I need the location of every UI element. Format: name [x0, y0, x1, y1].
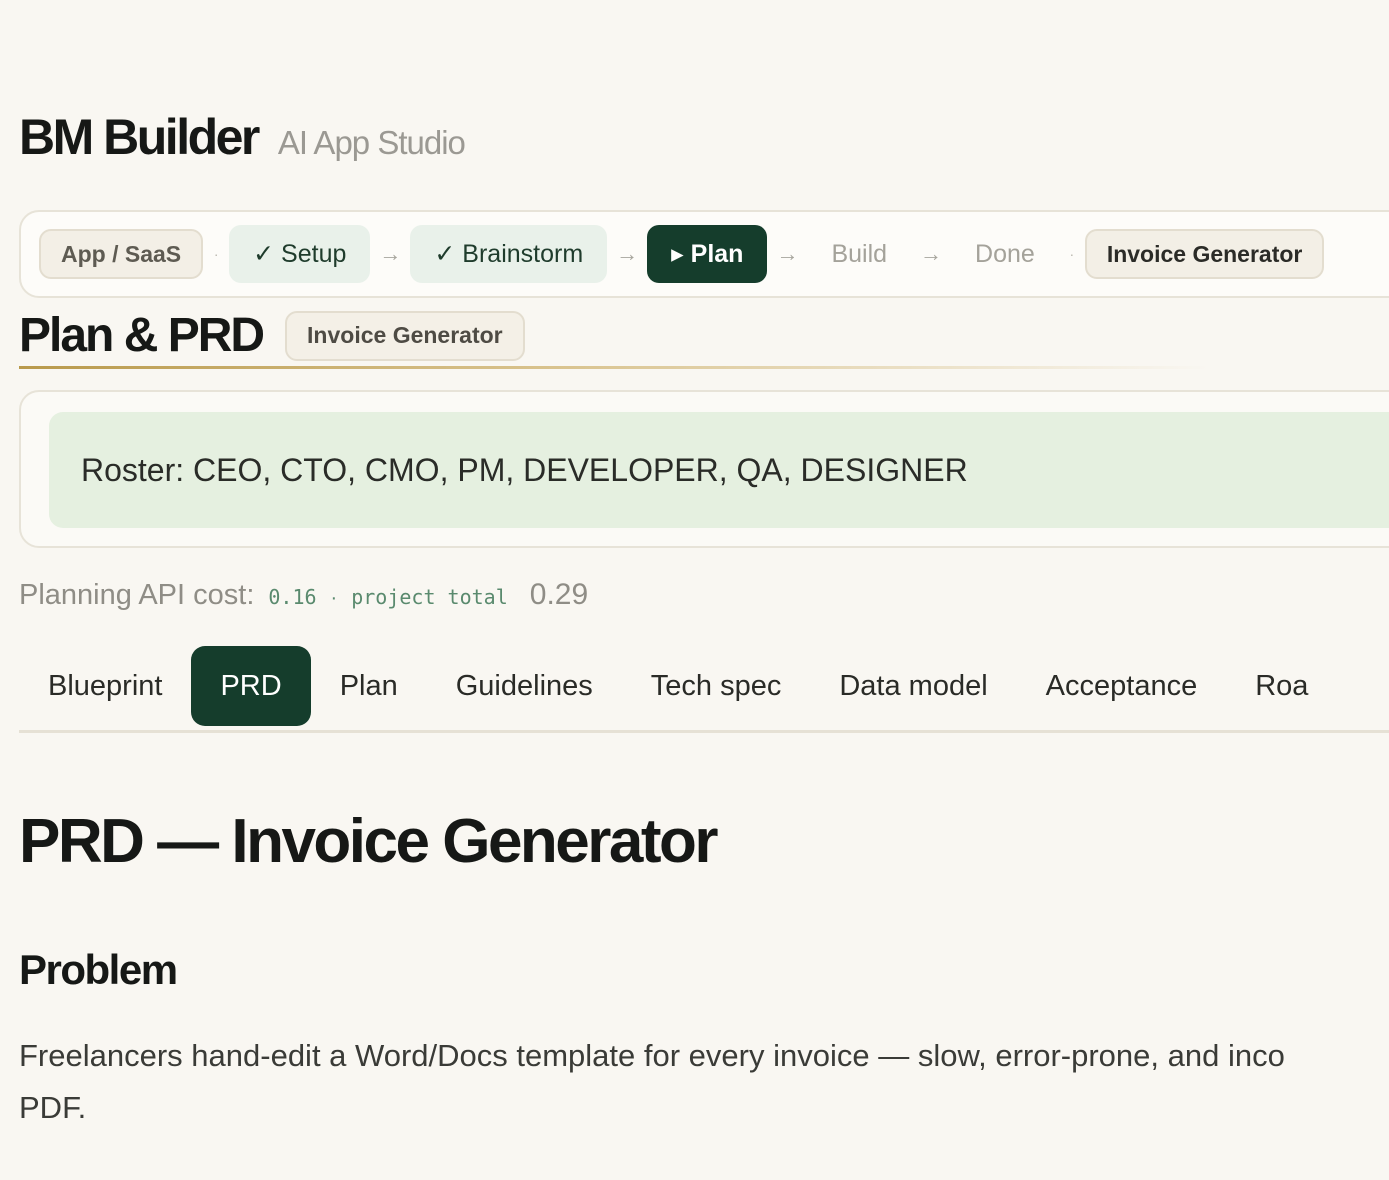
- category-chip[interactable]: App / SaaS: [39, 229, 204, 279]
- cost-label: Planning API cost:: [19, 579, 255, 611]
- step-arrow-icon: →: [920, 241, 943, 266]
- app-page: BM Builder AI App Studio App / SaaS · ✓ …: [0, 0, 1389, 1180]
- plan-title: Plan & PRD: [19, 309, 265, 362]
- stepper-separator: ·: [213, 246, 219, 262]
- paragraph-line: Freelancers hand-edit a Word/Docs templa…: [19, 1038, 1285, 1073]
- tab-blueprint[interactable]: Blueprint: [19, 646, 191, 726]
- step-build[interactable]: Build: [807, 225, 911, 283]
- step-arrow-icon: →: [616, 241, 639, 266]
- step-arrow-icon: →: [379, 241, 402, 266]
- doc-tabs: Blueprint PRD Plan Guidelines Tech spec …: [19, 646, 1337, 726]
- total-label: project total: [351, 585, 508, 609]
- roster-banner: Roster: CEO, CTO, CMO, PM, DEVELOPER, QA…: [49, 412, 1389, 528]
- section-heading-problem: Problem: [19, 946, 178, 993]
- step-plan[interactable]: ▸ Plan: [647, 225, 768, 283]
- step-done[interactable]: Done: [951, 225, 1059, 283]
- workflow-stepper: App / SaaS · ✓ Setup → ✓ Brainstorm → ▸ …: [19, 210, 1389, 298]
- roster-card: Roster: CEO, CTO, CMO, PM, DEVELOPER, QA…: [19, 390, 1389, 548]
- tab-tech-spec[interactable]: Tech spec: [622, 646, 811, 726]
- plan-header: Plan & PRD Invoice Generator: [19, 308, 525, 363]
- tab-prd[interactable]: PRD: [191, 646, 311, 726]
- tab-acceptance[interactable]: Acceptance: [1017, 646, 1227, 726]
- header-divider: [19, 366, 1209, 369]
- doc-title: PRD — Invoice Generator: [19, 807, 719, 876]
- cost-line: Planning API cost: 0.16 · project total …: [19, 578, 588, 612]
- cost-value: 0.16: [268, 585, 317, 609]
- tab-guidelines[interactable]: Guidelines: [427, 646, 622, 726]
- roster-text: Roster: CEO, CTO, CMO, PM, DEVELOPER, QA…: [81, 451, 968, 488]
- cost-separator: ·: [330, 587, 338, 609]
- paragraph-line: PDF.: [19, 1090, 87, 1125]
- tab-data-model[interactable]: Data model: [810, 646, 1016, 726]
- app-header: BM Builder AI App Studio: [19, 108, 466, 166]
- app-title: BM Builder: [19, 109, 260, 165]
- section-body-problem: Freelancers hand-edit a Word/Docs templa…: [19, 1030, 1389, 1134]
- step-setup[interactable]: ✓ Setup: [229, 225, 371, 283]
- app-subtitle: AI App Studio: [277, 124, 466, 161]
- tab-roadmap[interactable]: Roa: [1226, 646, 1337, 726]
- step-arrow-icon: →: [776, 241, 799, 266]
- stepper-separator: ·: [1069, 246, 1075, 262]
- tab-plan[interactable]: Plan: [311, 646, 427, 726]
- total-value: 0.29: [529, 578, 589, 611]
- project-badge: Invoice Generator: [285, 310, 525, 361]
- project-chip[interactable]: Invoice Generator: [1084, 229, 1325, 279]
- step-brainstorm[interactable]: ✓ Brainstorm: [410, 225, 608, 283]
- tabs-divider: [19, 730, 1389, 733]
